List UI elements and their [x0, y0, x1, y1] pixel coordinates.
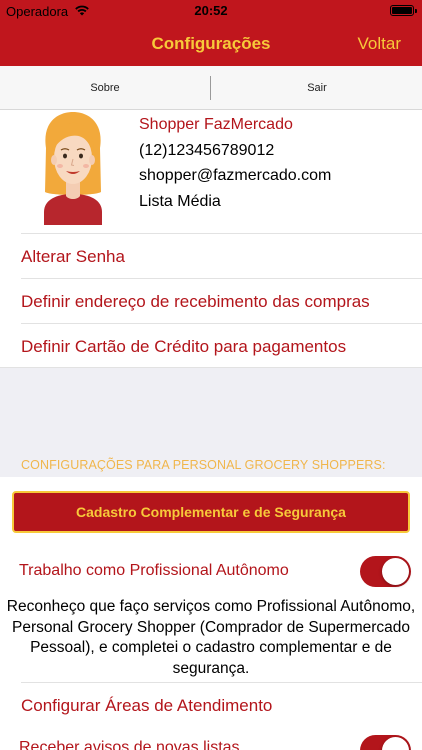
autonomous-description: Reconheço que faço serviços como Profiss… [6, 598, 416, 677]
status-bar: Operadora 20:52 [0, 0, 422, 22]
autonomous-worker-toggle[interactable] [360, 556, 411, 587]
battery-icon [390, 5, 417, 16]
segment-divider [210, 76, 211, 100]
profile-email: shopper@fazmercado.com [139, 167, 332, 184]
profile-info: Shopper FazMercado (12)123456789012 shop… [139, 112, 331, 214]
delivery-address-item[interactable]: Definir endereço de recebimento das comp… [21, 278, 422, 323]
woman-avatar-icon [44, 112, 102, 225]
profile-phone: (12)123456789012 [139, 141, 275, 159]
profile-name: Shopper FazMercado [139, 116, 293, 133]
toggle-knob [382, 558, 409, 585]
profile-card: Shopper FazMercado (12)123456789012 shop… [0, 110, 422, 233]
profile-list-type: Lista Média [139, 192, 221, 210]
credit-card-item[interactable]: Definir Cartão de Crédito para pagamento… [21, 323, 422, 368]
sobre-button[interactable]: Sobre [0, 66, 210, 110]
back-button[interactable]: Voltar [358, 34, 401, 54]
service-areas-item[interactable]: Configurar Áreas de Atendimento [21, 682, 422, 727]
section-header: CONFIGURAÇÕES PARA PERSONAL GROCERY SHOP… [21, 458, 386, 472]
clock: 20:52 [194, 3, 228, 18]
bottom-section: Configurar Áreas de Atendimento Receber … [0, 682, 422, 750]
new-lists-notice-toggle[interactable] [360, 735, 411, 750]
navigation-bar: Configurações Voltar [0, 22, 422, 66]
change-password-item[interactable]: Alterar Senha [21, 233, 422, 278]
sair-button[interactable]: Sair [212, 66, 422, 110]
complementary-registration-button[interactable]: Cadastro Complementar e de Segurança [12, 491, 410, 533]
toggle-knob [382, 737, 409, 750]
segment-bar: Sobre Sair [0, 66, 422, 110]
